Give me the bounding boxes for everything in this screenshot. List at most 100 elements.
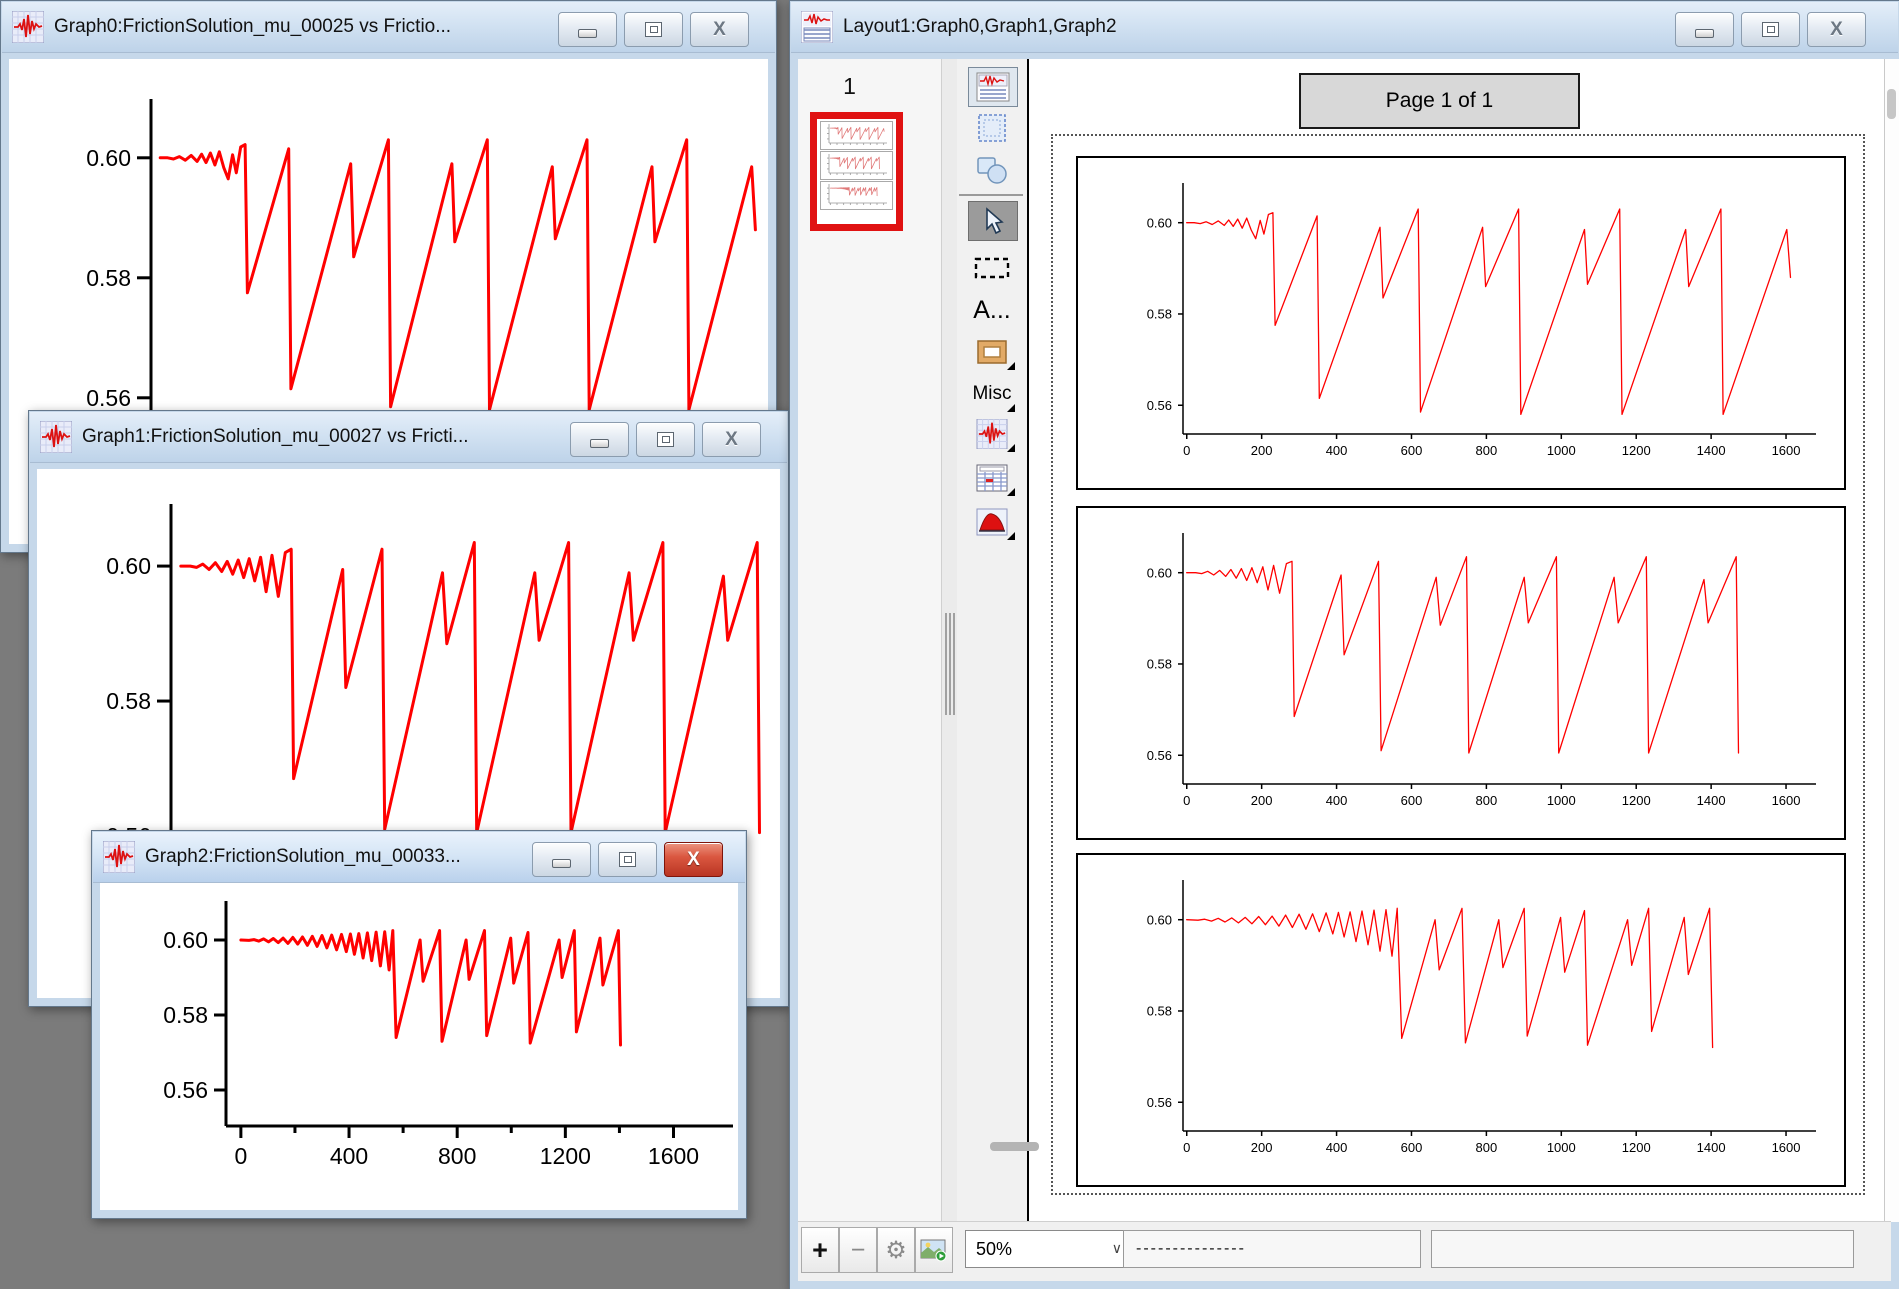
shapes-icon <box>975 155 1009 185</box>
arrow-cursor-icon <box>981 207 1005 235</box>
graph1-restore-button[interactable] <box>636 422 695 457</box>
graph1-close-button[interactable]: X <box>702 422 761 457</box>
svg-text:0.58: 0.58 <box>86 265 131 291</box>
minimize-icon <box>578 29 597 38</box>
gear-icon: ⚙ <box>885 1236 907 1264</box>
arrow-select-tool[interactable] <box>968 201 1018 241</box>
graph-window-icon <box>12 11 44 43</box>
marquee-rect-icon <box>974 257 1010 279</box>
svg-text:800: 800 <box>1476 793 1498 808</box>
minimize-icon <box>590 439 609 448</box>
svg-text:1200: 1200 <box>540 1143 591 1169</box>
status-field-right <box>1431 1230 1854 1268</box>
graph0-minimize-button[interactable] <box>558 12 617 47</box>
svg-text:0.60: 0.60 <box>1147 912 1172 927</box>
svg-text:1000: 1000 <box>1547 1140 1576 1155</box>
close-icon: X <box>1830 19 1843 41</box>
layout1-minimize-button[interactable] <box>1675 12 1734 47</box>
svg-text:600: 600 <box>1401 793 1423 808</box>
svg-text:0.60: 0.60 <box>1147 565 1172 580</box>
export-graphics-button[interactable] <box>915 1227 953 1273</box>
add-graph-tool[interactable] <box>968 415 1016 453</box>
layout-graph2-frame[interactable]: 0.600.580.560200400600800100012001400160… <box>1076 853 1846 1187</box>
graph2-chart: 0.600.580.56040080012001600 <box>100 883 738 1210</box>
thumbnail-mini-graph2 <box>820 181 893 210</box>
layout-mode-tool[interactable] <box>968 67 1018 107</box>
graph1-minimize-button[interactable] <box>570 422 629 457</box>
graph2-minimize-button[interactable] <box>532 842 591 877</box>
table-icon <box>976 464 1008 492</box>
draw-shapes-tool[interactable] <box>968 151 1016 189</box>
close-icon: X <box>725 429 738 451</box>
svg-text:0: 0 <box>1183 793 1190 808</box>
misc-tool-label: Misc <box>972 383 1011 405</box>
svg-text:1600: 1600 <box>1772 443 1801 458</box>
graph2-plot-area[interactable]: 0.600.580.56040080012001600 <box>100 883 738 1210</box>
layout1-close-button[interactable]: X <box>1807 12 1866 47</box>
remove-page-button[interactable]: − <box>839 1227 877 1273</box>
svg-text:1400: 1400 <box>1697 1140 1726 1155</box>
svg-text:1200: 1200 <box>1622 1140 1651 1155</box>
svg-text:0.56: 0.56 <box>1147 1095 1172 1110</box>
svg-text:800: 800 <box>438 1143 476 1169</box>
svg-text:1200: 1200 <box>1622 443 1651 458</box>
add-gizmo-tool[interactable] <box>968 503 1016 541</box>
graph-window-icon <box>103 841 135 873</box>
layout-graph0-chart: 0.600.580.560200400600800100012001400160… <box>1078 158 1840 484</box>
page-number-label: 1 <box>798 73 901 100</box>
page-left-edge <box>1027 59 1029 1222</box>
horizontal-scrollbar-thumb[interactable] <box>990 1142 1039 1151</box>
text-tool[interactable]: A... <box>968 291 1016 329</box>
vertical-scrollbar[interactable] <box>1884 59 1899 1222</box>
svg-text:600: 600 <box>1401 443 1423 458</box>
marquee-tool[interactable] <box>968 249 1016 287</box>
chevron-down-icon: ∨ <box>1112 1241 1122 1257</box>
thumbnail-mini-graph1 <box>820 151 893 180</box>
graph0-close-button[interactable]: X <box>690 12 749 47</box>
svg-text:0: 0 <box>234 1143 247 1169</box>
frame-tool[interactable] <box>968 333 1016 371</box>
add-table-tool[interactable] <box>968 459 1016 497</box>
export-image-icon <box>920 1238 948 1262</box>
layout-graph1-frame[interactable]: 0.600.580.560200400600800100012001400160… <box>1076 506 1846 840</box>
svg-text:0.60: 0.60 <box>106 553 151 579</box>
graph2-close-button[interactable]: X <box>664 842 723 877</box>
page-margins-icon <box>977 113 1007 143</box>
svg-text:0.56: 0.56 <box>1147 398 1172 413</box>
restore-icon <box>657 432 674 447</box>
graph1-window-controls: X <box>570 422 761 457</box>
layout-window-icon <box>801 11 833 43</box>
svg-text:1400: 1400 <box>1697 793 1726 808</box>
window-layout1: Layout1:Graph0,Graph1,Graph2 X 1 <box>789 0 1899 1289</box>
layout-graph0-frame[interactable]: 0.600.580.560200400600800100012001400160… <box>1076 156 1846 490</box>
restore-icon <box>645 22 662 37</box>
layout-page-thumbnail-panel: 1 <box>798 59 941 1222</box>
vertical-scrollbar-thumb[interactable] <box>1887 89 1896 119</box>
svg-text:800: 800 <box>1476 1140 1498 1155</box>
svg-text:0.58: 0.58 <box>106 688 151 714</box>
misc-tool[interactable]: Misc <box>968 375 1016 413</box>
page-setup-tool[interactable] <box>968 109 1016 147</box>
graph-window-icon <box>40 421 72 453</box>
layout1-restore-button[interactable] <box>1741 12 1800 47</box>
svg-text:0.58: 0.58 <box>1147 657 1172 672</box>
svg-text:400: 400 <box>330 1143 368 1169</box>
thumbnail-mini-graph0 <box>820 121 893 150</box>
picture-frame-icon <box>976 339 1008 365</box>
graph0-restore-button[interactable] <box>624 12 683 47</box>
page-thumbnail-selected[interactable] <box>810 112 903 231</box>
svg-text:400: 400 <box>1326 793 1348 808</box>
svg-text:0: 0 <box>1183 1140 1190 1155</box>
zoom-level-select[interactable]: 50% ∨ <box>965 1230 1133 1268</box>
dropdown-corner-icon <box>1007 444 1015 452</box>
svg-text:0.58: 0.58 <box>163 1002 208 1028</box>
svg-text:0.60: 0.60 <box>86 145 131 171</box>
svg-text:1600: 1600 <box>1772 1140 1801 1155</box>
graph2-restore-button[interactable] <box>598 842 657 877</box>
page-settings-button[interactable]: ⚙ <box>877 1227 915 1273</box>
close-icon: X <box>687 849 700 871</box>
dropdown-corner-icon <box>1007 532 1015 540</box>
add-page-button[interactable]: + <box>801 1227 839 1273</box>
graph0-title: Graph0:FrictionSolution_mu_00025 vs Fric… <box>54 16 451 38</box>
svg-text:200: 200 <box>1251 793 1273 808</box>
